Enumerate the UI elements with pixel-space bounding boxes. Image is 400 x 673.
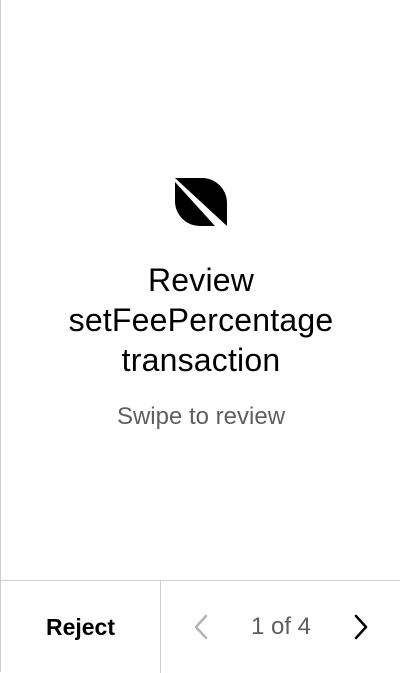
footer-bar: Reject 1 of 4 (1, 580, 400, 673)
pagination: 1 of 4 (161, 581, 400, 673)
ontology-logo-icon (175, 178, 227, 227)
reject-button[interactable]: Reject (1, 581, 161, 673)
next-page-button[interactable] (343, 611, 379, 643)
previous-page-button[interactable] (183, 611, 219, 643)
swipe-hint: Swipe to review (116, 403, 286, 430)
page-indicator: 1 of 4 (250, 613, 312, 640)
review-title: Review setFeePercentage transaction (1, 260, 400, 380)
title-line-transaction: transaction (121, 342, 281, 378)
title-line-review: Review (147, 262, 255, 298)
chevron-right-icon (354, 614, 368, 640)
chevron-left-icon (194, 614, 208, 640)
title-line-method: setFeePercentage (68, 302, 334, 338)
review-screen: Review setFeePercentage transaction Swip… (0, 0, 400, 673)
